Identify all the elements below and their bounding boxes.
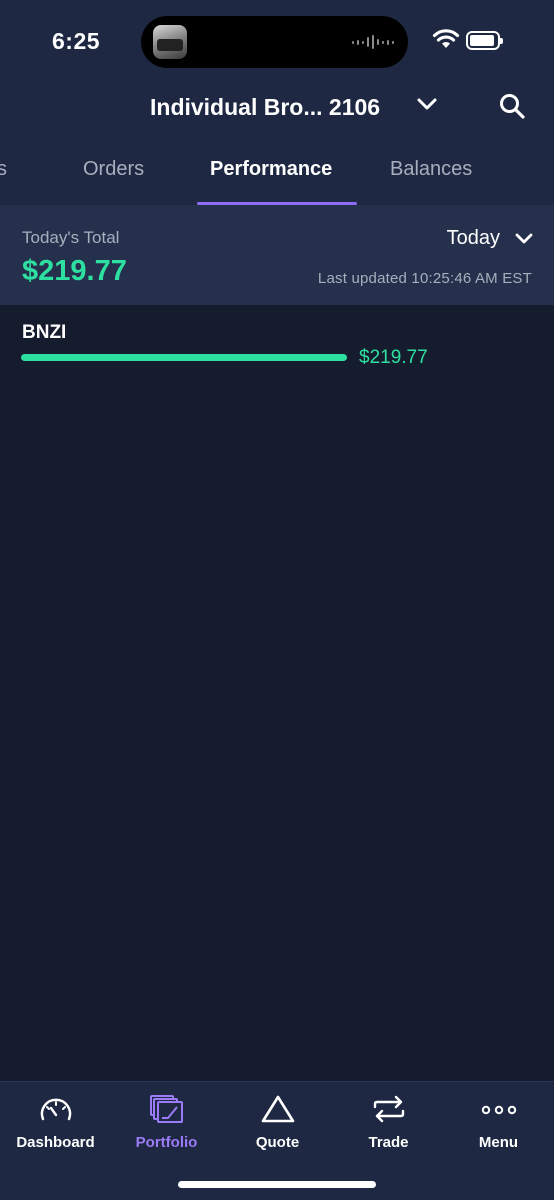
search-icon[interactable] — [498, 92, 526, 120]
dynamic-island[interactable] — [141, 16, 408, 68]
nav-portfolio[interactable]: Portfolio — [111, 1082, 222, 1162]
status-bar: 6:25 — [0, 0, 554, 80]
tab-performance[interactable]: Performance — [210, 158, 332, 181]
nav-quote[interactable]: Quote — [222, 1082, 333, 1162]
holding-bar — [21, 354, 347, 361]
tab-orders[interactable]: Orders — [83, 158, 144, 181]
portfolio-icon — [149, 1095, 183, 1123]
period-dropdown[interactable]: Today — [447, 227, 534, 250]
holding-value: $219.77 — [359, 347, 428, 368]
nav-menu[interactable]: Menu — [443, 1082, 554, 1162]
tab-partial[interactable]: s — [0, 158, 7, 181]
header: Individual Bro... 2106 — [0, 80, 554, 136]
tab-bar: s Orders Performance Balances — [0, 148, 554, 205]
battery-icon — [466, 31, 503, 50]
triangle-icon — [261, 1095, 294, 1123]
summary-label: Today's Total — [22, 228, 120, 247]
period-label: Today — [446, 227, 500, 249]
account-title[interactable]: Individual Bro... 2106 — [150, 94, 380, 121]
nav-dashboard[interactable]: Dashboard — [0, 1082, 111, 1162]
now-playing-thumbnail — [153, 25, 187, 59]
nav-label: Portfolio — [135, 1134, 198, 1151]
status-time: 6:25 — [52, 28, 101, 54]
wifi-icon — [432, 29, 460, 48]
performance-summary: Today's Total $219.77 Today Last updated… — [0, 205, 554, 305]
summary-total: $219.77 — [22, 255, 127, 287]
holding-symbol: BNZI — [22, 322, 67, 343]
chevron-down-icon[interactable] — [416, 97, 438, 111]
tab-balances[interactable]: Balances — [390, 158, 472, 181]
gauge-icon — [40, 1098, 71, 1121]
nav-trade[interactable]: Trade — [333, 1082, 444, 1162]
chevron-down-icon — [515, 233, 533, 244]
last-updated: Last updated 10:25:46 AM EST — [317, 270, 532, 287]
nav-label: Dashboard — [16, 1134, 95, 1151]
audio-wave-icon — [352, 34, 394, 50]
nav-label: Trade — [368, 1134, 409, 1151]
more-dots-icon — [481, 1105, 516, 1115]
swap-arrows-icon — [373, 1095, 404, 1123]
nav-label: Quote — [255, 1134, 300, 1151]
nav-label: Menu — [478, 1134, 519, 1151]
home-indicator[interactable] — [178, 1181, 376, 1188]
